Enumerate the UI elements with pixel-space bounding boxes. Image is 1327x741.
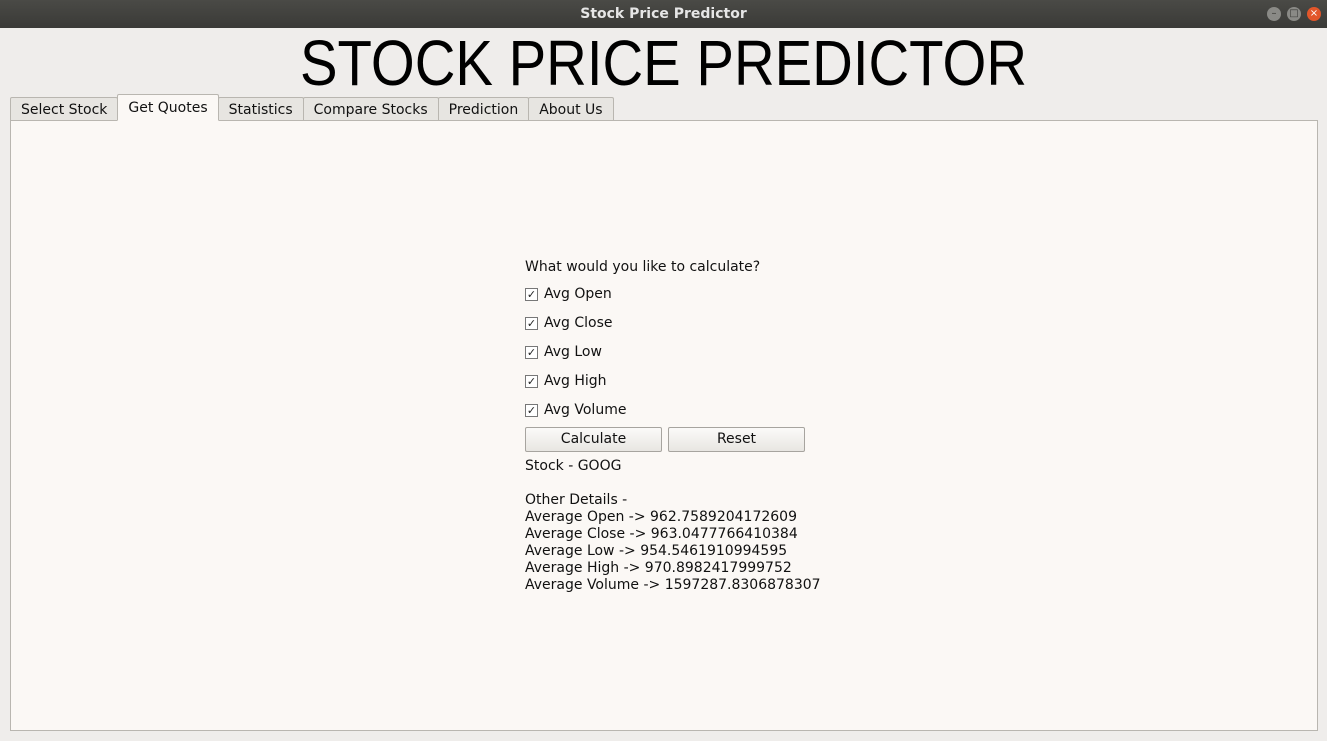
avg-volume-checkbox[interactable]: ✓ [525,403,538,417]
result-line-volume: Average Volume -> 1597287.8306878307 [525,577,821,593]
details-heading: Other Details - [525,492,628,508]
calculate-question: What would you like to calculate? [525,259,761,275]
calculate-button[interactable]: Calculate [525,427,662,452]
avg-low-option[interactable]: ✓ Avg Low [525,343,602,361]
avg-close-label: Avg Close [544,315,613,331]
avg-volume-label: Avg Volume [544,402,627,418]
result-line-high: Average High -> 970.8982417999752 [525,560,792,576]
tab-prediction[interactable]: Prediction [437,97,530,121]
avg-high-option[interactable]: ✓ Avg High [525,372,607,390]
avg-open-option[interactable]: ✓ Avg Open [525,285,612,303]
avg-low-label: Avg Low [544,344,602,360]
tab-about-us[interactable]: About Us [528,97,614,121]
maximize-icon[interactable]: □ [1287,7,1301,21]
tab-bar: Select Stock Get Quotes Statistics Compa… [10,94,614,121]
close-icon[interactable]: × [1307,7,1321,21]
tab-get-quotes[interactable]: Get Quotes [117,94,219,121]
avg-close-checkbox[interactable]: ✓ [525,316,538,330]
avg-open-checkbox[interactable]: ✓ [525,287,538,301]
window-titlebar: Stock Price Predictor – □ × [0,0,1327,28]
minimize-icon[interactable]: – [1267,7,1281,21]
app-banner-title: STOCK PRICE PREDICTOR [299,27,1028,99]
avg-open-label: Avg Open [544,286,612,302]
avg-high-checkbox[interactable]: ✓ [525,374,538,388]
result-line-close: Average Close -> 963.0477766410384 [525,526,798,542]
result-line-low: Average Low -> 954.5461910994595 [525,543,788,559]
avg-high-label: Avg High [544,373,607,389]
avg-low-checkbox[interactable]: ✓ [525,345,538,359]
selected-stock-text: Stock - GOOG [525,458,622,474]
tab-panel: What would you like to calculate? ✓ Avg … [10,120,1318,731]
tab-compare-stocks[interactable]: Compare Stocks [302,97,439,121]
result-line-open: Average Open -> 962.7589204172609 [525,509,797,525]
reset-button[interactable]: Reset [668,427,805,452]
avg-volume-option[interactable]: ✓ Avg Volume [525,401,626,419]
avg-close-option[interactable]: ✓ Avg Close [525,314,613,332]
tab-select-stock[interactable]: Select Stock [10,97,119,121]
results-details: Other Details - Average Open -> 962.7589… [525,492,821,594]
window-title: Stock Price Predictor [580,6,747,22]
tab-statistics[interactable]: Statistics [217,97,304,121]
